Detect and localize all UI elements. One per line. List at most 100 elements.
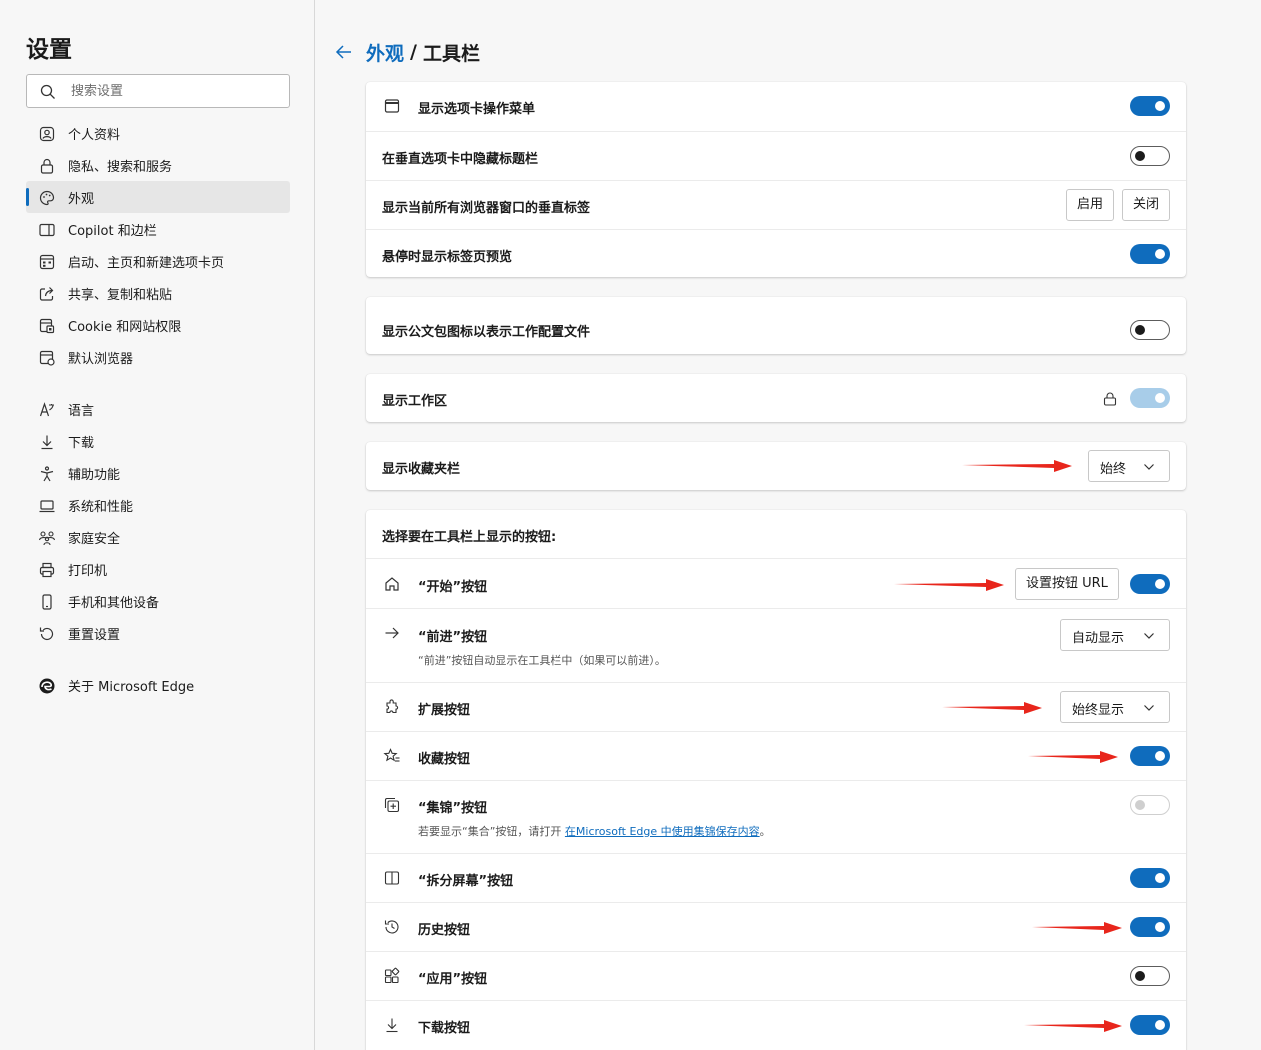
- forward-button-dropdown[interactable]: 自动显示: [1060, 619, 1170, 651]
- sidebar-item-label: 隐私、搜索和服务: [68, 160, 173, 175]
- toggle-switch[interactable]: [1130, 244, 1170, 264]
- toggle-switch[interactable]: [1130, 388, 1170, 408]
- collections-settings-link[interactable]: 在Microsoft Edge 中使用集锦保存内容: [565, 825, 760, 838]
- setting-row-workspaces: 显示工作区: [366, 374, 1186, 422]
- setting-label: 历史按钮: [418, 923, 471, 938]
- sidebar-item-label: 语言: [68, 404, 95, 419]
- sidebar-item-accessibility[interactable]: 辅助功能: [26, 457, 290, 489]
- sidebar-item-reset[interactable]: 重置设置: [26, 617, 290, 649]
- sidebar-item-system[interactable]: 系统和性能: [26, 489, 290, 521]
- sidebar-item-appearance[interactable]: 外观: [26, 181, 290, 213]
- dropdown-value: 始终显示: [1072, 703, 1125, 718]
- setting-description: “前进”按钮自动显示在工具栏中（如果可以前进）。: [418, 654, 666, 667]
- search-box[interactable]: [26, 74, 290, 108]
- sidebar-item-label: 重置设置: [68, 628, 121, 643]
- workspaces-card: 显示工作区: [366, 374, 1186, 422]
- toggle-switch[interactable]: [1130, 574, 1170, 594]
- annotation-arrow: [894, 579, 1004, 591]
- home-grid-icon: [39, 254, 55, 270]
- forward-arrow-icon: [385, 627, 399, 639]
- sidebar-item-share[interactable]: 共享、复制和粘贴: [26, 277, 290, 309]
- sidebar-item-cookies[interactable]: Cookie 和网站权限: [26, 309, 290, 341]
- sidebar-item-family[interactable]: 家庭安全: [26, 521, 290, 553]
- share-icon: [39, 287, 54, 301]
- sidebar-item-printers[interactable]: 打印机: [26, 553, 290, 585]
- setting-row-briefcase-icon: 显示公文包图标以表示工作配置文件: [366, 297, 1186, 354]
- sidebar-item-startup[interactable]: 启动、主页和新建选项卡页: [26, 245, 290, 277]
- sidebar-item-label: 下载: [68, 436, 95, 451]
- setting-label: 悬停时显示标签页预览: [382, 250, 513, 265]
- set-button-url-button[interactable]: 设置按钮 URL: [1015, 568, 1119, 600]
- toggle-switch[interactable]: [1130, 966, 1170, 986]
- toggle-switch[interactable]: [1130, 746, 1170, 766]
- tabs-settings-card: 显示选项卡操作菜单 在垂直选项卡中隐藏标题栏 显示当前所有浏览器窗口的垂直标签 …: [366, 82, 1186, 277]
- annotation-arrow: [1024, 1020, 1122, 1032]
- setting-row-home-button: “开始”按钮 设置按钮 URL: [366, 558, 1186, 608]
- extensions-button-dropdown[interactable]: 始终显示: [1060, 691, 1170, 723]
- sidebar-item-label: 关于 Microsoft Edge: [68, 680, 195, 695]
- setting-row-forward-button: “前进”按钮 “前进”按钮自动显示在工具栏中（如果可以前进）。 自动显示: [366, 608, 1186, 682]
- setting-row-tab-preview: 悬停时显示标签页预览: [366, 229, 1186, 277]
- sidebar-item-default-browser[interactable]: 默认浏览器: [26, 341, 290, 373]
- apps-icon: [384, 967, 400, 984]
- palette-icon: [39, 190, 55, 206]
- setting-label: 扩展按钮: [418, 703, 471, 718]
- favorites-bar-dropdown[interactable]: 始终: [1088, 450, 1170, 482]
- setting-label: 在垂直选项卡中隐藏标题栏: [382, 152, 539, 167]
- search-input[interactable]: [71, 81, 271, 101]
- breadcrumb-separator: /: [410, 41, 417, 63]
- dropdown-value: 自动显示: [1072, 631, 1125, 646]
- sidebar-item-label: 启动、主页和新建选项卡页: [68, 256, 225, 271]
- language-icon: [39, 402, 54, 417]
- setting-row-downloads-button: 下载按钮: [366, 1000, 1186, 1049]
- sidebar-item-downloads[interactable]: 下载: [26, 425, 290, 457]
- sidebar-item-language[interactable]: 语言: [26, 393, 290, 425]
- sidebar-item-label: 打印机: [68, 564, 108, 579]
- setting-label: 下载按钮: [418, 1021, 471, 1036]
- sidebar-item-phone[interactable]: 手机和其他设备: [26, 585, 290, 617]
- toolbar-buttons-header: 选择要在工具栏上显示的按钮:: [366, 510, 1186, 558]
- accessibility-icon: [40, 466, 54, 482]
- annotation-arrow: [942, 702, 1042, 714]
- sidebar-item-label: Copilot 和边栏: [68, 224, 157, 239]
- setting-row-history-button: 历史按钮: [366, 902, 1186, 951]
- toggle-switch[interactable]: [1130, 96, 1170, 116]
- sidebar-item-about[interactable]: 关于 Microsoft Edge: [26, 669, 290, 701]
- phone-icon: [42, 594, 52, 610]
- toggle-switch[interactable]: [1130, 320, 1170, 340]
- sidebar-item-privacy[interactable]: 隐私、搜索和服务: [26, 149, 290, 181]
- breadcrumb-parent-link[interactable]: 外观: [366, 39, 404, 66]
- sidebar-icon: [39, 223, 55, 237]
- setting-row-split-screen-button: “拆分屏幕”按钮: [366, 853, 1186, 902]
- setting-row-collections-button: “集锦”按钮 若要显示“集合”按钮，请打开 在Microsoft Edge 中使…: [366, 780, 1186, 853]
- setting-label: “开始”按钮: [418, 580, 488, 595]
- family-icon: [38, 531, 56, 546]
- toggle-switch[interactable]: [1130, 1015, 1170, 1035]
- reset-icon: [39, 627, 54, 641]
- sidebar-item-label: 家庭安全: [68, 532, 121, 547]
- edge-logo-icon: [39, 678, 55, 694]
- split-screen-icon: [384, 871, 400, 885]
- toggle-switch[interactable]: [1130, 795, 1170, 815]
- sidebar-item-profile[interactable]: 个人资料: [26, 117, 290, 149]
- sidebar-item-label: 外观: [68, 192, 95, 207]
- sidebar-item-label: 个人资料: [68, 128, 121, 143]
- puzzle-icon: [386, 699, 399, 714]
- back-arrow-icon[interactable]: [334, 42, 354, 62]
- enable-button[interactable]: 启用: [1066, 189, 1115, 221]
- sidebar-item-copilot[interactable]: Copilot 和边栏: [26, 213, 290, 245]
- favorites-star-icon: [383, 748, 400, 762]
- toggle-switch[interactable]: [1130, 868, 1170, 888]
- history-icon: [384, 920, 399, 934]
- managed-lock-icon: [1103, 392, 1117, 406]
- download-icon: [41, 435, 53, 450]
- section-header: 选择要在工具栏上显示的按钮:: [382, 530, 557, 545]
- toggle-switch[interactable]: [1130, 917, 1170, 937]
- setting-label: 显示选项卡操作菜单: [418, 102, 536, 117]
- turn-off-button[interactable]: 关闭: [1122, 189, 1171, 221]
- toggle-switch[interactable]: [1130, 146, 1170, 166]
- setting-row-favorites-button: 收藏按钮: [366, 731, 1186, 780]
- collections-icon: [384, 797, 400, 813]
- sidebar-item-label: 系统和性能: [68, 500, 134, 515]
- page-title: 工具栏: [422, 42, 480, 65]
